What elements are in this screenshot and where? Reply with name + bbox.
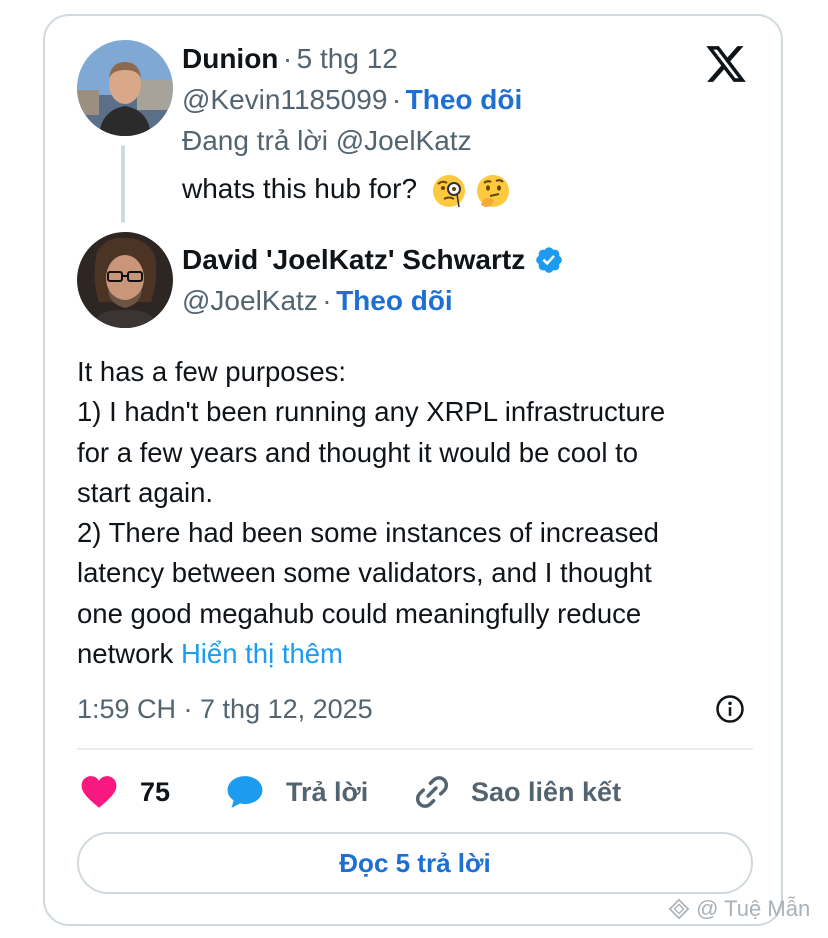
diamond-logo-icon — [668, 898, 690, 920]
reply-action[interactable]: Trả lời — [226, 772, 368, 812]
x-logo-icon[interactable] — [703, 42, 749, 86]
speech-bubble-icon[interactable] — [226, 774, 264, 810]
main-author-name[interactable]: David 'JoelKatz' Schwartz — [182, 244, 525, 275]
follow-button-joelkatz[interactable]: Theo dõi — [336, 285, 453, 316]
tweet-timestamp[interactable]: 1:59 CH · 7 thg 12, 2025 — [77, 692, 373, 726]
link-icon[interactable] — [413, 773, 451, 811]
reply-tweet-text: whats this hub for? — [182, 173, 418, 204]
verified-badge-icon — [535, 247, 562, 273]
separator-dot: · — [322, 285, 332, 316]
action-divider — [77, 748, 753, 750]
tweet-text-line: one good megahub could meaningfully redu… — [77, 597, 642, 629]
reply-author-name[interactable]: Dunion — [182, 43, 278, 74]
like-count: 75 — [140, 776, 171, 807]
separator-dot: · — [282, 43, 293, 74]
copy-link-label[interactable]: Sao liên kết — [471, 777, 621, 808]
reply-label[interactable]: Trả lời — [286, 777, 368, 808]
tweet-text-line: network — [77, 638, 174, 670]
thread-connector-line — [121, 145, 125, 223]
watermark-text: @ Tuệ Mẫn — [696, 896, 811, 921]
read-replies-button[interactable]: Đọc 5 trả lời — [77, 832, 753, 894]
reply-date[interactable]: 5 thg 12 — [297, 43, 398, 74]
reply-author-handle[interactable]: @Kevin1185099 — [182, 84, 387, 115]
monocle-face-emoji — [432, 174, 465, 207]
separator-dot: · — [391, 84, 402, 115]
replying-to-label[interactable]: Đang trả lời @JoelKatz — [182, 124, 472, 158]
tweet-text-line: 1) I hadn't been running any XRPL infras… — [77, 396, 666, 428]
main-tweet-text: It has a few purposes: 1) I hadn't been … — [77, 352, 757, 674]
avatar-joelkatz[interactable] — [77, 232, 173, 328]
thinking-face-emoji — [476, 174, 509, 207]
copy-link-action[interactable]: Sao liên kết — [413, 772, 621, 812]
follow-button-dunion[interactable]: Theo dõi — [406, 84, 523, 115]
main-author-handle[interactable]: @JoelKatz — [182, 285, 318, 316]
read-replies-label: Đọc 5 trả lời — [339, 847, 491, 878]
avatar-dunion[interactable] — [77, 40, 173, 136]
tweet-text-line: start again. — [77, 476, 214, 508]
tweet-text-line: for a few years and thought it would be … — [77, 436, 639, 468]
tweet-text-line: latency between some validators, and I t… — [77, 557, 652, 589]
heart-icon[interactable] — [80, 774, 118, 810]
show-more-link[interactable]: Hiển thị thêm — [181, 638, 343, 669]
info-icon[interactable] — [715, 694, 745, 724]
tweet-text-line: 2) There had been some instances of incr… — [77, 517, 659, 549]
like-action[interactable]: 75 — [80, 772, 170, 812]
tweet-text-line: It has a few purposes: — [77, 356, 347, 387]
watermark: @ Tuệ Mẫn — [668, 896, 810, 922]
